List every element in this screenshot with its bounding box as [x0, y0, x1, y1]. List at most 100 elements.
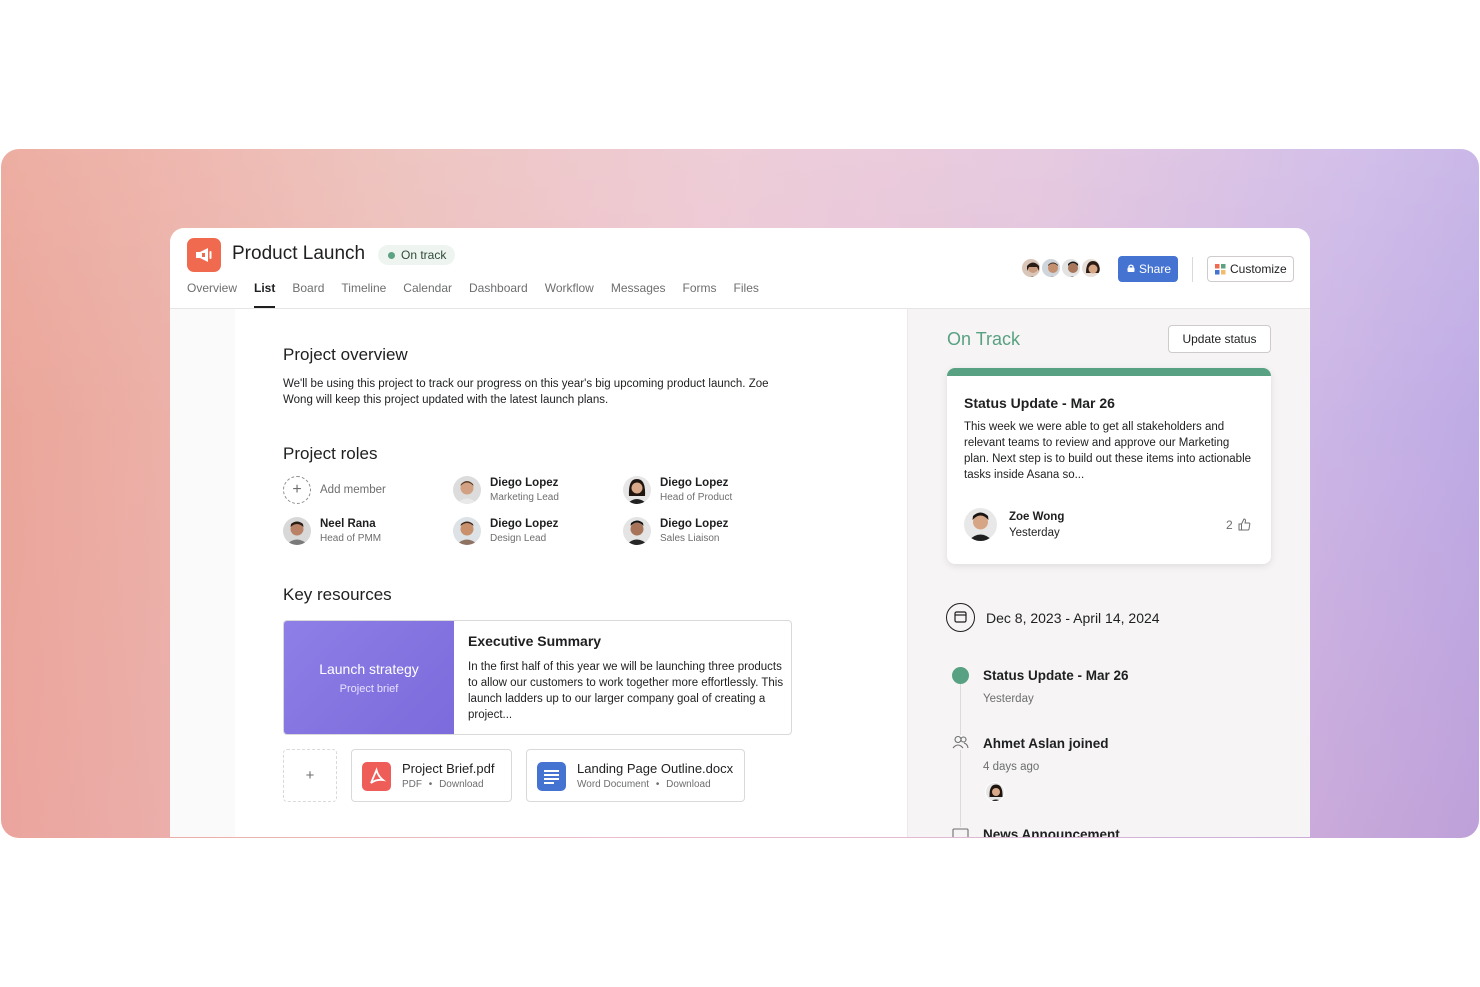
project-date-range[interactable]: Dec 8, 2023 - April 14, 2024: [986, 610, 1160, 626]
member-role: Head of Product: [660, 492, 733, 503]
tab-list[interactable]: List: [254, 281, 276, 309]
resource-text: In the first half of this year we will b…: [468, 661, 784, 721]
avatar: [623, 476, 651, 504]
timeline-item-title[interactable]: Status Update - Mar 26: [983, 668, 1129, 683]
left-gutter: [170, 309, 235, 837]
member-name: Diego Lopez: [490, 518, 559, 530]
project-tabs: Overview List Board Timeline Calendar Da…: [187, 281, 776, 309]
timeline-item-time: 4 days ago: [983, 761, 1040, 773]
status-badge-label: On track: [401, 248, 447, 262]
avatar: [1060, 257, 1082, 279]
member-name: Neel Rana: [320, 518, 376, 530]
timeline-line: [960, 679, 961, 837]
file-meta: Word Document • Download: [577, 779, 711, 790]
member-role: Design Lead: [490, 533, 547, 544]
timeline-item-title[interactable]: News Announcement: [983, 827, 1120, 837]
file-meta: PDF • Download: [402, 779, 484, 790]
status-update-title: Status Update - Mar 26: [964, 395, 1115, 411]
megaphone-icon[interactable]: [187, 238, 221, 272]
role-card[interactable]: Diego Lopez Design Lead: [453, 516, 583, 548]
pdf-icon: [362, 762, 391, 791]
tab-board[interactable]: Board: [292, 281, 324, 309]
avatar: [1020, 257, 1042, 279]
member-name: Diego Lopez: [490, 477, 559, 489]
meta-separator: •: [655, 779, 660, 790]
tab-overview[interactable]: Overview: [187, 281, 237, 309]
customize-grid-icon: [1215, 264, 1226, 275]
avatar: [1040, 257, 1062, 279]
avatar: [453, 517, 481, 545]
status-time: Yesterday: [1009, 527, 1060, 539]
like-count: 2: [1226, 518, 1233, 532]
project-overview-panel: Project overview We'll be using this pro…: [170, 309, 907, 837]
member-name: Diego Lopez: [660, 477, 729, 489]
lock-icon: [1127, 264, 1135, 272]
share-button-label: Share: [1139, 262, 1172, 276]
member-name: Diego Lopez: [660, 518, 729, 530]
thumbnail-subtitle: Project brief: [339, 683, 399, 695]
customize-button-label: Customize: [1230, 262, 1287, 276]
avatar: [964, 508, 997, 541]
meta-separator: •: [428, 779, 433, 790]
add-member-button[interactable]: + Add member: [283, 475, 413, 507]
tab-timeline[interactable]: Timeline: [341, 281, 386, 309]
status-dot-icon: [388, 252, 395, 259]
status-update-card[interactable]: Status Update - Mar 26 This week we were…: [947, 368, 1271, 564]
thumbnail-title: Launch strategy: [319, 661, 419, 677]
status-badge[interactable]: On track: [378, 245, 456, 265]
resources-heading: Key resources: [283, 585, 392, 604]
role-card[interactable]: Diego Lopez Head of Product: [623, 475, 753, 507]
file-name: Landing Page Outline.docx: [577, 761, 734, 776]
comment-icon: [952, 827, 969, 837]
timeline-item-title[interactable]: Ahmet Aslan joined: [983, 736, 1109, 751]
add-member-label: Add member: [320, 484, 386, 496]
download-link[interactable]: Download: [666, 779, 710, 790]
tab-messages[interactable]: Messages: [611, 281, 666, 309]
overview-description[interactable]: We'll be using this project to track our…: [283, 376, 793, 408]
avatar: [1080, 257, 1102, 279]
roles-heading: Project roles: [283, 444, 378, 463]
tab-dashboard[interactable]: Dashboard: [469, 281, 528, 309]
resource-card[interactable]: Launch strategy Project brief Executive …: [283, 620, 792, 735]
add-resource-button[interactable]: +: [283, 749, 337, 802]
status-color-bar: [947, 368, 1271, 376]
file-name: Project Brief.pdf: [402, 761, 495, 776]
file-type: PDF: [402, 779, 422, 790]
project-header: Product Launch On track Overview List Bo…: [170, 228, 1310, 309]
thumbs-up-icon[interactable]: [1238, 518, 1251, 531]
doc-icon: [537, 762, 566, 791]
people-icon: [952, 735, 969, 750]
status-sidebar: On Track Update status Status Update - M…: [907, 309, 1310, 837]
avatar: [283, 517, 311, 545]
avatar: [985, 782, 1005, 802]
avatar: [623, 517, 651, 545]
role-card[interactable]: Neel Rana Head of PMM: [283, 516, 413, 548]
resource-title: Executive Summary: [468, 633, 602, 649]
overview-heading: Project overview: [283, 345, 408, 364]
update-status-button[interactable]: Update status: [1168, 325, 1271, 353]
download-link[interactable]: Download: [439, 779, 483, 790]
tab-workflow[interactable]: Workflow: [545, 281, 594, 309]
member-role: Head of PMM: [320, 533, 382, 544]
member-role: Marketing Lead: [490, 492, 559, 503]
member-avatars[interactable]: [1020, 257, 1102, 279]
file-attachment[interactable]: Landing Page Outline.docx Word Document …: [526, 749, 745, 802]
member-role: Sales Liaison: [660, 533, 720, 544]
file-type: Word Document: [577, 779, 650, 790]
tab-forms[interactable]: Forms: [683, 281, 717, 309]
share-button[interactable]: Share: [1118, 256, 1178, 282]
tab-calendar[interactable]: Calendar: [403, 281, 452, 309]
plus-icon: +: [283, 476, 311, 504]
header-divider: [1192, 257, 1193, 282]
role-card[interactable]: Diego Lopez Marketing Lead: [453, 475, 583, 507]
file-attachment[interactable]: Project Brief.pdf PDF • Download: [351, 749, 512, 802]
tab-files[interactable]: Files: [734, 281, 759, 309]
project-title[interactable]: Product Launch: [232, 243, 365, 265]
avatar: [453, 476, 481, 504]
customize-button[interactable]: Customize: [1207, 256, 1294, 282]
project-window: Product Launch On track Overview List Bo…: [170, 228, 1310, 837]
status-heading: On Track: [947, 329, 1021, 349]
role-card[interactable]: Diego Lopez Sales Liaison: [623, 516, 753, 548]
timeline-item-time: Yesterday: [983, 693, 1034, 705]
resource-thumbnail: Launch strategy Project brief: [284, 621, 454, 734]
